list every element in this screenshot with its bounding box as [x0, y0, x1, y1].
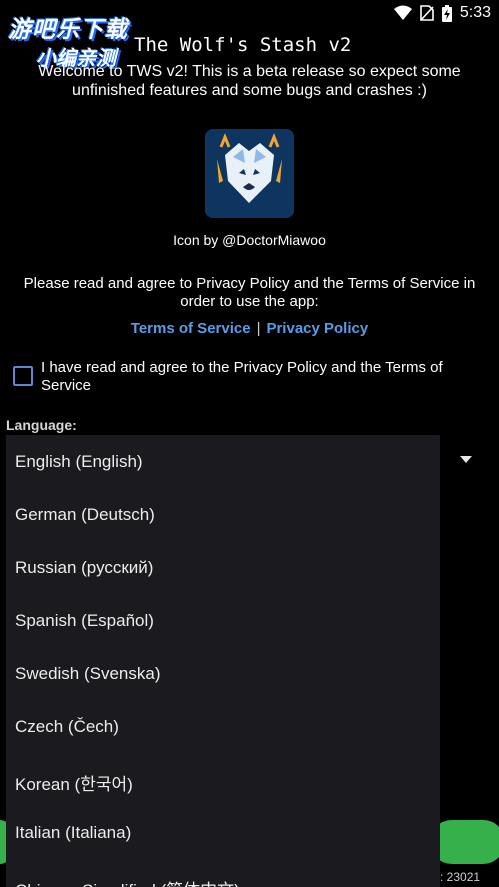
agreement-prompt: Please read and agree to Privacy Policy … — [23, 275, 476, 310]
version-text: : 23021 — [440, 870, 481, 884]
status-icons: 5:33 — [393, 4, 491, 22]
language-option-czech[interactable]: Czech (Čech) — [15, 717, 119, 737]
app-title: The Wolf's Stash v2 — [134, 34, 352, 56]
language-option-german[interactable]: German (Deutsch) — [15, 505, 155, 525]
app-logo-wolf-icon — [205, 129, 294, 218]
policy-links: Terms of Service | Privacy Policy — [0, 320, 499, 337]
language-option-chinese-simplified[interactable]: Chinese Simplified (简体中文) — [15, 876, 240, 887]
agree-checkbox[interactable] — [13, 366, 33, 386]
language-option-italian[interactable]: Italian (Italiana) — [15, 823, 131, 843]
icon-credit: Icon by @DoctorMiawoo — [173, 232, 326, 248]
link-separator: | — [256, 320, 261, 337]
watermark-line1: 游吧乐下载 — [8, 16, 128, 42]
status-time: 5:33 — [459, 4, 491, 21]
language-option-russian[interactable]: Russian (русский) — [15, 558, 153, 578]
welcome-message: Welcome to TWS v2! This is a beta releas… — [38, 63, 461, 99]
dropdown-arrow-icon[interactable] — [460, 456, 472, 463]
language-label: Language: — [6, 417, 77, 433]
language-option-swedish[interactable]: Swedish (Svenska) — [15, 664, 161, 684]
language-option-spanish[interactable]: Spanish (Español) — [15, 611, 154, 631]
language-option-english[interactable]: English (English) — [15, 452, 143, 472]
battery-charging-icon — [441, 4, 452, 22]
wifi-icon — [393, 5, 412, 20]
language-dropdown-list[interactable]: English (English) German (Deutsch) Russi… — [6, 435, 440, 887]
language-option-korean[interactable]: Korean (한국어) — [15, 770, 133, 795]
no-sim-icon — [420, 5, 434, 21]
agree-checkbox-label[interactable]: I have read and agree to the Privacy Pol… — [41, 359, 481, 395]
privacy-policy-link[interactable]: Privacy Policy — [266, 320, 368, 337]
terms-of-service-link[interactable]: Terms of Service — [131, 320, 251, 337]
continue-button[interactable] — [430, 820, 499, 864]
